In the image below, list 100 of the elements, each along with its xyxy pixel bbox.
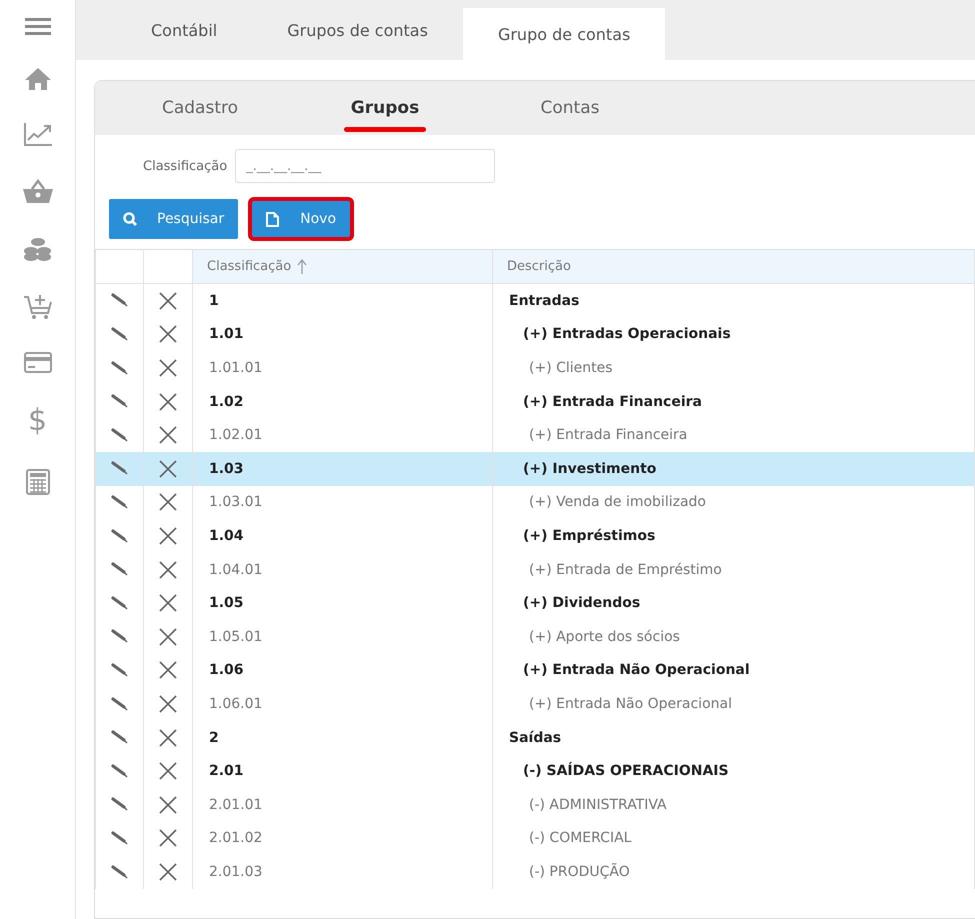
edit-icon[interactable]: [111, 495, 128, 510]
edit-icon[interactable]: [111, 764, 128, 779]
table-row[interactable]: 1.06 (+) Entrada Não Operacional: [96, 654, 974, 688]
edit-icon[interactable]: [111, 360, 128, 376]
edit-icon[interactable]: [111, 327, 128, 342]
delete-icon[interactable]: [159, 560, 177, 579]
tab[interactable]: Grupos de contas: [252, 0, 463, 60]
delete-icon[interactable]: [159, 292, 177, 310]
dollar-icon[interactable]: $: [28, 406, 48, 436]
delete-icon[interactable]: [159, 594, 177, 612]
delete-icon[interactable]: [159, 426, 177, 444]
new-button[interactable]: Novo: [252, 201, 350, 237]
table-cell: 1.04.01: [192, 552, 492, 586]
table-cell: Saídas: [492, 720, 974, 754]
delete-icon[interactable]: [159, 392, 177, 411]
edit-icon[interactable]: [111, 864, 128, 880]
tab[interactable]: Grupo de contas: [462, 8, 666, 60]
edit-icon[interactable]: [111, 730, 128, 746]
table-cell: Entradas: [492, 284, 974, 318]
table-row[interactable]: 2.01.01 (-) ADMINISTRATIVA: [96, 788, 974, 822]
edit-icon[interactable]: [111, 394, 128, 410]
credit-card-icon[interactable]: [24, 352, 52, 373]
table-row[interactable]: 1.01 (+) Entradas Operacionais: [96, 318, 974, 352]
delete-icon[interactable]: [159, 694, 177, 713]
table-cell: (+) Aporte dos sócios: [492, 620, 974, 654]
table-row[interactable]: 1.04.01 (+) Entrada de Empréstimo: [96, 552, 974, 586]
delete-icon[interactable]: [159, 796, 177, 814]
table-cell: (-) COMERCIAL: [492, 822, 974, 856]
table-row[interactable]: 1.06.01 (+) Entrada Não Operacional: [96, 687, 974, 721]
calculator-icon[interactable]: [26, 469, 50, 495]
table-row[interactable]: 1.03.01 (+) Venda de imobilizado: [96, 486, 974, 520]
edit-icon[interactable]: [111, 696, 128, 712]
table-row[interactable]: 1 Entradas: [96, 284, 974, 318]
table-cell: 1.01.01: [192, 351, 492, 385]
delete-icon[interactable]: [159, 661, 177, 680]
table-cell: 2: [192, 720, 492, 754]
search-button[interactable]: Pesquisar: [109, 199, 238, 239]
table-row[interactable]: 2 Saídas: [96, 720, 974, 754]
delete-icon[interactable]: [159, 526, 177, 545]
table-row[interactable]: 2.01 (-) SAÍDAS OPERACIONAIS: [96, 754, 974, 788]
subtab[interactable]: Grupos: [305, 81, 465, 135]
delete-icon[interactable]: [159, 493, 177, 512]
subtab[interactable]: Contas: [490, 81, 650, 135]
search-icon: [123, 212, 137, 226]
table-cell: 1.05: [192, 586, 492, 620]
edit-icon[interactable]: [111, 663, 128, 678]
table-row[interactable]: 1.01.01 (+) Clientes: [96, 351, 974, 385]
table-row[interactable]: 1.05 (+) Dividendos: [96, 586, 974, 620]
table-cell: 2.01.01: [192, 788, 492, 822]
coins-icon[interactable]: [23, 236, 52, 261]
delete-icon[interactable]: [159, 358, 177, 377]
edit-icon[interactable]: [111, 797, 128, 812]
classification-field[interactable]: _.__.__.__.__: [235, 149, 496, 183]
table-row[interactable]: 1.03 (+) Investimento: [96, 452, 974, 486]
delete-icon[interactable]: [159, 325, 177, 344]
delete-icon[interactable]: [159, 862, 177, 881]
delete-icon[interactable]: [159, 460, 177, 478]
home-icon[interactable]: [24, 68, 50, 90]
table-cell: (+) Entrada Não Operacional: [492, 654, 974, 688]
table-row[interactable]: 1.05.01 (+) Aporte dos sócios: [96, 620, 974, 654]
field-label: Classificação: [143, 158, 228, 174]
table-cell: 1.06.01: [192, 687, 492, 721]
edit-icon[interactable]: [111, 596, 128, 611]
delete-icon[interactable]: [159, 762, 177, 780]
subtab[interactable]: Cadastro: [120, 81, 280, 135]
edit-icon[interactable]: [111, 629, 128, 644]
edit-icon[interactable]: [111, 461, 128, 476]
edit-icon[interactable]: [111, 830, 128, 846]
basket-icon[interactable]: [22, 179, 52, 203]
column-header[interactable]: Descrição: [492, 250, 974, 284]
delete-icon[interactable]: [159, 628, 177, 646]
delete-icon[interactable]: [159, 728, 177, 747]
table-row[interactable]: 1.02 (+) Entrada Financeira: [96, 384, 974, 418]
table-cell: 1.02: [192, 384, 492, 418]
table-cell: 1.01: [192, 318, 492, 352]
cart-plus-icon[interactable]: [24, 294, 52, 319]
table-cell: 2.01.02: [192, 822, 492, 856]
menu-icon[interactable]: [24, 18, 50, 35]
table-cell: (+) Entrada Financeira: [492, 384, 974, 418]
column-header-label[interactable]: Classificação: [207, 259, 292, 274]
table-row[interactable]: 2.01.03 (-) PRODUÇÃO: [96, 855, 974, 889]
table-row[interactable]: 2.01.02 (-) COMERCIAL: [96, 822, 974, 856]
table-row[interactable]: 1.04 (+) Empréstimos: [96, 519, 974, 553]
tab[interactable]: Contábil: [116, 0, 252, 60]
table-cell: (+) Venda de imobilizado: [492, 486, 974, 520]
table-cell: 1.03: [192, 452, 492, 486]
edit-icon[interactable]: [111, 428, 128, 443]
table-cell: (+) Entrada Não Operacional: [492, 687, 974, 721]
table-cell: 1.05.01: [192, 620, 492, 654]
table-cell: (+) Entrada de Empréstimo: [492, 552, 974, 586]
delete-icon[interactable]: [159, 829, 177, 848]
edit-icon[interactable]: [111, 562, 128, 578]
edit-icon[interactable]: [111, 528, 128, 544]
table-cell: 2.01.03: [192, 855, 492, 889]
line-chart-icon[interactable]: [24, 123, 52, 146]
table-cell: (+) Empréstimos: [492, 519, 974, 553]
document-icon: [266, 212, 280, 226]
table-cell: (+) Investimento: [492, 452, 974, 486]
sort-arrow-icon[interactable]: [297, 258, 308, 274]
edit-icon[interactable]: [111, 293, 128, 308]
